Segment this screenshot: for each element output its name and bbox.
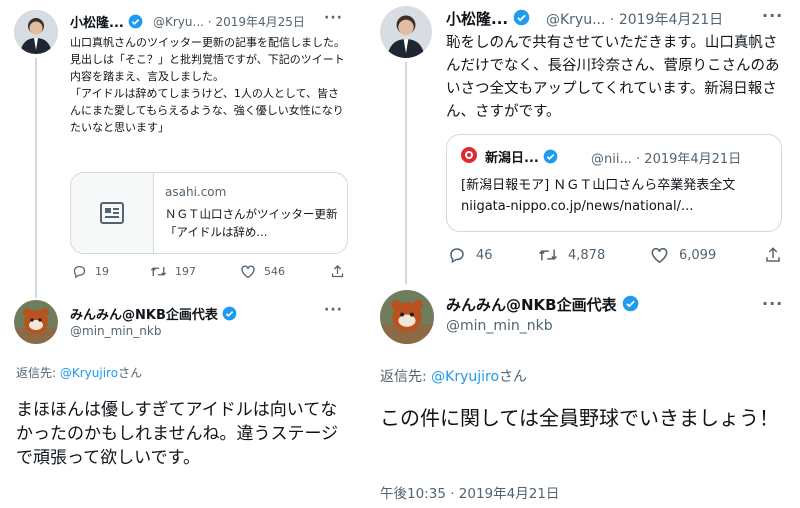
- person-photo-icon: [380, 6, 432, 58]
- share-icon: [766, 247, 780, 262]
- reply-text: この件に関しては全員野球でいきましょう！: [380, 406, 779, 430]
- quote-author-row: 新潟日...: [485, 147, 558, 166]
- reply-icon: [450, 248, 464, 264]
- reply-author-row: みんみん@NKB企画代表: [446, 294, 639, 315]
- reply-author-handle[interactable]: @min_min_nkb: [70, 324, 161, 338]
- quote-text: [新潟日報モア] ＮＧＴ山口さんら卒業発表全文 niigata-nippo.co…: [461, 178, 740, 214]
- retweet-icon: [538, 249, 558, 261]
- share-icon: [331, 264, 344, 278]
- verified-badge-icon: [622, 295, 639, 312]
- author-name[interactable]: 小松隆...: [70, 16, 124, 31]
- newspaper-logo-icon: [461, 147, 477, 163]
- author-handle[interactable]: @Kryu...: [153, 15, 204, 29]
- verified-badge-icon: [128, 14, 143, 29]
- author-handle[interactable]: @Kryu...: [546, 12, 605, 28]
- author-avatar[interactable]: [14, 10, 58, 54]
- reply-icon: [73, 265, 86, 279]
- retweet-count: 4,878: [568, 247, 606, 263]
- like-button[interactable]: 546: [240, 264, 285, 279]
- reply-author-avatar[interactable]: [380, 290, 434, 344]
- retweet-icon: [150, 266, 167, 277]
- reply-button[interactable]: 19: [72, 264, 109, 279]
- heart-icon: [241, 265, 255, 279]
- article-icon: [100, 202, 124, 224]
- reply-author-name[interactable]: みんみん@NKB企画代表: [446, 296, 617, 314]
- share-button[interactable]: [764, 246, 782, 264]
- separator-dot: ·: [609, 12, 615, 28]
- heart-icon: [651, 247, 668, 264]
- replying-to-suffix: さん: [118, 366, 143, 380]
- like-count: 546: [264, 265, 285, 278]
- link-card[interactable]: asahi.com ＮＧＴ山口さんがツイッター更新 「アイドルは辞め...: [70, 172, 348, 254]
- card-thumbnail: [71, 173, 154, 253]
- more-dots-icon[interactable]: ···: [324, 302, 343, 318]
- replying-to-user-link[interactable]: @Kryujiro: [60, 366, 118, 380]
- separator-dot: ·: [636, 152, 641, 167]
- handle-date-row: @Kryu... · 2019年4月21日: [546, 9, 723, 29]
- reply-count: 19: [95, 265, 109, 278]
- handle-date-row: @Kryu... · 2019年4月25日: [153, 13, 305, 30]
- reply-timestamp[interactable]: 午後10:35 · 2019年4月21日: [380, 482, 559, 502]
- more-dots-icon[interactable]: ···: [762, 6, 783, 25]
- tweet-date[interactable]: 2019年4月21日: [619, 12, 723, 28]
- reply-count: 46: [476, 247, 493, 263]
- tweet-text: 恥をしのんで共有させていただきます。山口真帆さんだけでなく、長谷川玲奈さん、菅原…: [446, 35, 780, 120]
- retweet-button[interactable]: 4,878: [538, 246, 605, 264]
- reply-author-row: みんみん@NKB企画代表: [70, 304, 237, 323]
- quote-author-handle[interactable]: @nii...: [591, 152, 632, 167]
- retweet-button[interactable]: 197: [150, 264, 196, 279]
- replying-to: 返信先: @Kryujiroさん: [16, 364, 142, 381]
- reply-author-name[interactable]: みんみん@NKB企画代表: [70, 308, 218, 323]
- red-panda-photo-icon: [380, 290, 434, 344]
- like-count: 6,099: [679, 247, 717, 263]
- author-name[interactable]: 小松隆...: [446, 10, 508, 28]
- replying-to: 返信先: @Kryujiroさん: [380, 366, 527, 386]
- more-dots-icon[interactable]: ···: [762, 294, 783, 313]
- quote-date[interactable]: 2019年4月21日: [644, 152, 741, 167]
- verified-badge-icon: [543, 149, 558, 164]
- replying-to-label: 返信先:: [380, 369, 432, 385]
- right-screenshot: 小松隆... @Kryu... · 2019年4月21日 ··· 恥をしのんで共…: [366, 0, 800, 508]
- tweet-date[interactable]: 2019年4月25日: [215, 15, 304, 29]
- verified-badge-icon: [223, 306, 237, 321]
- card-title: ＮＧＴ山口さんがツイッター更新 「アイドルは辞め...: [165, 207, 348, 239]
- left-screenshot: 小松隆... @Kryu... · 2019年4月25日 ··· 山口真帆さんの…: [0, 0, 356, 508]
- reply-author-avatar[interactable]: [14, 300, 58, 344]
- reply-author-handle[interactable]: @min_min_nkb: [446, 318, 553, 334]
- author-avatar[interactable]: [380, 6, 432, 58]
- replying-to-label: 返信先:: [16, 366, 60, 380]
- quote-author-name[interactable]: 新潟日...: [485, 151, 539, 166]
- quote-tweet-card[interactable]: 新潟日... @nii... · 2019年4月21日 [新潟日報モア] ＮＧＴ…: [446, 134, 782, 232]
- replying-to-suffix: さん: [499, 369, 528, 385]
- more-dots-icon[interactable]: ···: [324, 10, 343, 26]
- like-button[interactable]: 6,099: [650, 246, 716, 264]
- tweet-text: 山口真帆さんのツイッター更新の記事を配信しました。見出しは「そこ？」と批判覚悟で…: [70, 36, 345, 134]
- reply-button[interactable]: 46: [448, 246, 493, 264]
- thread-line: [35, 58, 37, 298]
- separator-dot: ·: [207, 15, 212, 29]
- tweet-author-row: 小松隆...: [446, 8, 530, 29]
- person-photo-icon: [14, 10, 58, 54]
- quote-handle-date-row: @nii... · 2019年4月21日: [591, 148, 741, 167]
- share-button[interactable]: [330, 264, 345, 279]
- replying-to-user-link[interactable]: @Kryujiro: [431, 369, 499, 385]
- retweet-count: 197: [175, 265, 196, 278]
- card-domain: asahi.com: [165, 185, 227, 199]
- reply-text: まほほんは優しすぎてアイドルは向いてなかったのかもしれませんね。違うステージで頑…: [16, 400, 339, 468]
- verified-badge-icon: [514, 9, 530, 26]
- red-panda-photo-icon: [14, 300, 58, 344]
- tweet-author-row: 小松隆...: [70, 12, 143, 31]
- thread-line: [405, 62, 407, 284]
